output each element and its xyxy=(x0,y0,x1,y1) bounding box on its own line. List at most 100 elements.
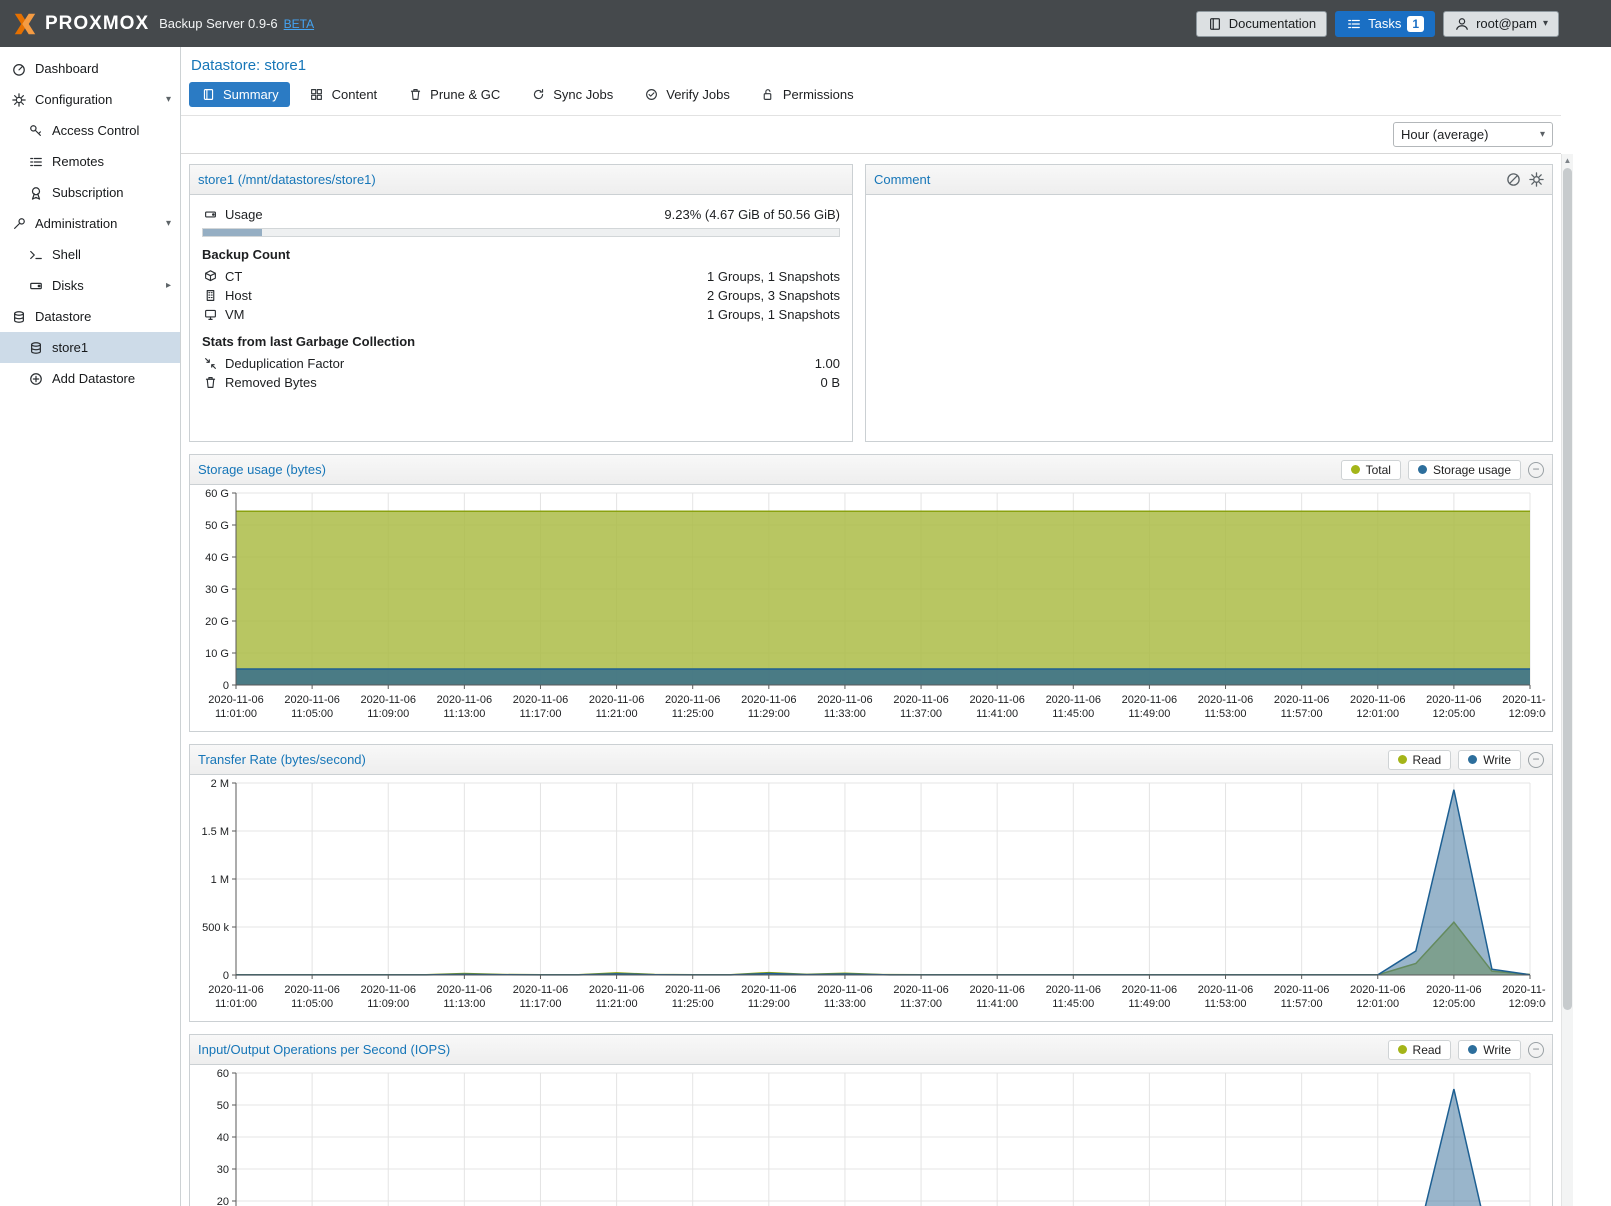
sidebar-item-label: Subscription xyxy=(52,185,124,200)
svg-text:12:05:00: 12:05:00 xyxy=(1432,708,1475,720)
svg-text:2020-11-06: 2020-11-06 xyxy=(513,984,568,996)
scrollbar-thumb[interactable] xyxy=(1563,168,1572,1010)
beta-link[interactable]: BETA xyxy=(284,17,314,31)
tab-verify-jobs[interactable]: Verify Jobs xyxy=(632,82,741,107)
cube-icon xyxy=(202,270,218,283)
legend-read[interactable]: Read xyxy=(1388,1040,1452,1060)
collapse-icon[interactable]: − xyxy=(1528,462,1544,478)
host-label: Host xyxy=(225,288,252,303)
removed-bytes-value: 0 B xyxy=(820,375,840,390)
svg-text:2020-11-06: 2020-11-06 xyxy=(893,984,948,996)
tab-permissions[interactable]: Permissions xyxy=(749,82,865,107)
svg-text:11:41:00: 11:41:00 xyxy=(976,708,1018,720)
sidebar-item-add-datastore[interactable]: Add Datastore xyxy=(0,363,180,394)
gauge-icon xyxy=(11,62,27,76)
sidebar-item-label: Configuration xyxy=(35,92,112,107)
panel-header: Transfer Rate (bytes/second) Read Write … xyxy=(190,745,1552,775)
svg-text:2020-11-06: 2020-11-06 xyxy=(589,984,644,996)
svg-text:2020-11-06: 2020-11-06 xyxy=(513,694,568,706)
tab-summary[interactable]: Summary xyxy=(189,82,290,107)
sidebar-item-subscription[interactable]: Subscription xyxy=(0,177,180,208)
svg-text:11:13:00: 11:13:00 xyxy=(443,708,485,720)
legend-read[interactable]: Read xyxy=(1388,750,1452,770)
header-actions: Documentation Tasks 1 root@pam ▾ xyxy=(1196,11,1559,37)
tab-label: Summary xyxy=(223,87,279,102)
documentation-button[interactable]: Documentation xyxy=(1196,11,1327,37)
svg-text:2020-11-06: 2020-11-06 xyxy=(208,984,263,996)
legend-write[interactable]: Write xyxy=(1458,750,1521,770)
comment-body[interactable] xyxy=(866,195,1552,215)
documentation-label: Documentation xyxy=(1229,16,1316,31)
sidebar-item-store1[interactable]: store1 xyxy=(0,332,180,363)
legend-dot-green xyxy=(1351,465,1360,474)
collapse-icon[interactable]: − xyxy=(1528,1042,1544,1058)
sidebar-item-datastore[interactable]: Datastore xyxy=(0,301,180,332)
user-label: root@pam xyxy=(1476,16,1537,31)
svg-text:2020-11-06: 2020-11-06 xyxy=(1274,984,1329,996)
sidebar-item-administration[interactable]: Administration ▾ xyxy=(0,208,180,239)
legend-label: Total xyxy=(1366,463,1391,477)
storage-usage-chart: 010 G20 G30 G40 G50 G60 G2020-11-0611:01… xyxy=(190,485,1546,731)
iops-chart: 01020304050602020-11-0611:01:002020-11-0… xyxy=(190,1065,1546,1206)
svg-text:2020-11-06: 2020-11-06 xyxy=(1046,984,1101,996)
legend-total[interactable]: Total xyxy=(1341,460,1401,480)
app-header: PROXMOX Backup Server 0.9-6 BETA Documen… xyxy=(0,0,1611,47)
removed-bytes-label: Removed Bytes xyxy=(225,375,317,390)
svg-text:11:53:00: 11:53:00 xyxy=(1205,998,1247,1010)
tasks-button[interactable]: Tasks 1 xyxy=(1335,11,1435,37)
book-icon xyxy=(200,88,216,101)
sidebar-item-access-control[interactable]: Access Control xyxy=(0,115,180,146)
time-range-value: Hour (average) xyxy=(1401,127,1488,142)
svg-text:11:21:00: 11:21:00 xyxy=(596,998,638,1010)
svg-text:11:53:00: 11:53:00 xyxy=(1205,708,1247,720)
tab-label: Prune & GC xyxy=(430,87,500,102)
panel-title: Input/Output Operations per Second (IOPS… xyxy=(198,1042,450,1057)
tab-sync-jobs[interactable]: Sync Jobs xyxy=(519,82,624,107)
tab-prune-gc[interactable]: Prune & GC xyxy=(396,82,511,107)
usage-progress-fill xyxy=(203,229,262,236)
panel-header: store1 (/mnt/datastores/store1) xyxy=(190,165,852,195)
gear-icon[interactable] xyxy=(1528,172,1544,187)
usage-value: 9.23% (4.67 GiB of 50.56 GiB) xyxy=(664,207,840,222)
chevron-down-icon[interactable]: ▾ xyxy=(166,94,171,105)
tab-label: Verify Jobs xyxy=(666,87,730,102)
svg-text:50: 50 xyxy=(217,1100,229,1112)
svg-text:2020-11-06: 2020-11-06 xyxy=(817,984,872,996)
svg-text:12:09:00: 12:09:00 xyxy=(1509,708,1546,720)
sidebar-item-remotes[interactable]: Remotes xyxy=(0,146,180,177)
svg-text:11:29:00: 11:29:00 xyxy=(748,998,790,1010)
monitor-icon xyxy=(202,308,218,321)
svg-text:2020-11-06: 2020-11-06 xyxy=(361,984,416,996)
legend-dot-blue xyxy=(1468,755,1477,764)
circle-slash-icon[interactable] xyxy=(1505,172,1521,187)
collapse-icon[interactable]: − xyxy=(1528,752,1544,768)
user-menu-button[interactable]: root@pam ▾ xyxy=(1443,11,1559,37)
sidebar-item-label: Datastore xyxy=(35,309,91,324)
chevron-right-icon[interactable]: ▸ xyxy=(166,280,171,291)
page-title: Datastore: store1 xyxy=(181,47,1561,82)
svg-text:2020-11-06: 2020-11-06 xyxy=(1426,984,1481,996)
sidebar: Dashboard Configuration ▾ Access Control… xyxy=(0,47,181,1206)
proxmox-logo: PROXMOX xyxy=(12,11,149,37)
time-range-select[interactable]: Hour (average) ▾ xyxy=(1393,122,1553,147)
tab-content[interactable]: Content xyxy=(298,82,389,107)
svg-text:11:57:00: 11:57:00 xyxy=(1281,708,1323,720)
legend-label: Write xyxy=(1483,753,1511,767)
legend-write[interactable]: Write xyxy=(1458,1040,1521,1060)
sidebar-item-disks[interactable]: Disks ▸ xyxy=(0,270,180,301)
svg-text:0: 0 xyxy=(223,970,229,982)
sidebar-item-dashboard[interactable]: Dashboard xyxy=(0,53,180,84)
svg-text:2 M: 2 M xyxy=(211,778,229,790)
sidebar-item-label: Disks xyxy=(52,278,84,293)
chevron-down-icon[interactable]: ▾ xyxy=(166,218,171,229)
scroll-up-arrow[interactable]: ▲ xyxy=(1562,154,1573,167)
host-value: 2 Groups, 3 Snapshots xyxy=(707,288,840,303)
svg-text:11:05:00: 11:05:00 xyxy=(291,708,333,720)
sidebar-item-configuration[interactable]: Configuration ▾ xyxy=(0,84,180,115)
svg-text:2020-11-06: 2020-11-06 xyxy=(741,694,796,706)
sidebar-item-shell[interactable]: Shell xyxy=(0,239,180,270)
vertical-scrollbar[interactable]: ▲ xyxy=(1561,154,1573,1206)
vm-label: VM xyxy=(225,307,245,322)
legend-storage-usage[interactable]: Storage usage xyxy=(1408,460,1521,480)
svg-text:2020-11-06: 2020-11-06 xyxy=(1046,694,1101,706)
